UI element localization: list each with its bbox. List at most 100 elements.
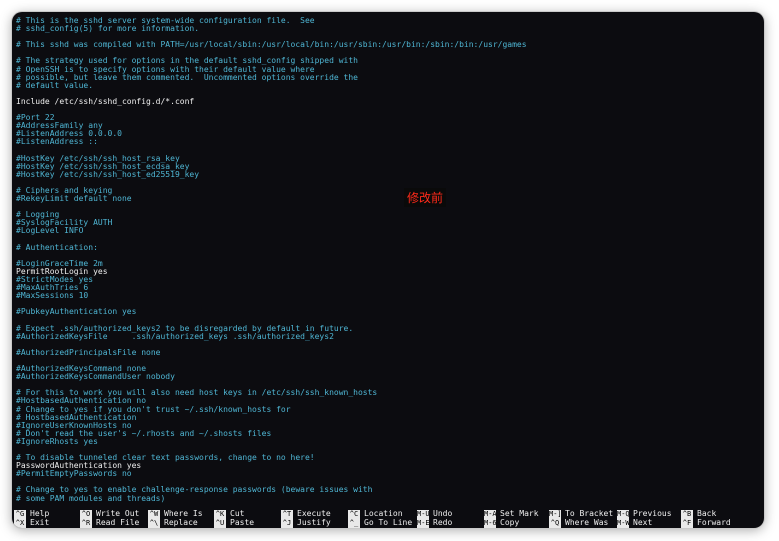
- shortcut-group: ^T Execute ^J Justify: [281, 509, 347, 528]
- shortcut-key: M-6: [484, 519, 497, 528]
- editor-line[interactable]: #IgnoreRhosts yes: [16, 437, 760, 446]
- shortcut-item[interactable]: ^R Read File: [80, 518, 146, 528]
- shortcut-key: ^\: [148, 519, 160, 528]
- editor-line[interactable]: #AuthorizedKeysFile .ssh/authorized_keys…: [16, 332, 760, 341]
- editor-line[interactable]: PermitRootLogin yes: [16, 267, 760, 276]
- shortcut-item[interactable]: ^Q Where Was: [549, 518, 615, 528]
- shortcut-group: ^O Write Out ^R Read File: [80, 509, 146, 528]
- shortcut-item[interactable]: M-U Undo: [417, 509, 483, 519]
- shortcut-key: ^J: [281, 519, 293, 528]
- shortcut-bar: ^G Help ^X Exit ^O Write Out ^R Read File ^W Wher…: [14, 509, 762, 528]
- shortcut-item[interactable]: ^U Paste: [214, 518, 280, 528]
- shortcut-label: Location: [364, 509, 403, 518]
- shortcut-item[interactable]: ^X Exit: [14, 518, 80, 528]
- shortcut-item[interactable]: M-] To Bracket: [549, 509, 615, 519]
- shortcut-key: M-W: [617, 519, 630, 528]
- shortcut-item[interactable]: ^_ Go To Line: [348, 518, 414, 528]
- editor-buffer[interactable]: # This is the sshd server system-wide co…: [16, 16, 760, 503]
- editor-line[interactable]: # some PAM modules and threads): [16, 494, 760, 503]
- editor-line[interactable]: #RekeyLimit default none: [16, 194, 760, 203]
- shortcut-label: Go To Line: [364, 518, 413, 527]
- shortcut-label: Where Was: [565, 518, 609, 527]
- shortcut-label: Copy: [500, 518, 520, 527]
- shortcut-label: Replace: [164, 518, 198, 527]
- editor-line[interactable]: #MaxAuthTries 6: [16, 283, 760, 292]
- editor-line[interactable]: #PubkeyAuthentication yes: [16, 308, 760, 316]
- shortcut-label: Read File: [96, 518, 140, 527]
- shortcut-label: Cut: [230, 509, 245, 518]
- shortcut-group: M-Q Previous M-W Next: [617, 509, 683, 528]
- annotation-label: 修改前: [404, 188, 447, 207]
- shortcut-key: ^X: [14, 519, 26, 528]
- editor-line[interactable]: Include /etc/ssh/sshd_config.d/*.conf: [16, 97, 760, 106]
- shortcut-label: Forward: [697, 518, 731, 527]
- shortcut-item[interactable]: ^B Back: [681, 509, 747, 519]
- shortcut-item[interactable]: M-E Redo: [417, 518, 483, 528]
- shortcut-item[interactable]: ^C Location: [348, 509, 414, 519]
- shortcut-label: Write Out: [96, 509, 140, 518]
- shortcut-label: Redo: [433, 518, 453, 527]
- shortcut-item[interactable]: M-W Next: [617, 518, 683, 528]
- editor-line[interactable]: #PermitEmptyPasswords no: [16, 470, 760, 478]
- editor-line[interactable]: #Port 22: [16, 114, 760, 122]
- editor-line[interactable]: #AuthorizedPrincipalsFile none: [16, 348, 760, 357]
- shortcut-key: ^_: [348, 519, 360, 528]
- shortcut-group: ^K Cut ^U Paste: [214, 509, 280, 528]
- editor-line[interactable]: [16, 203, 760, 211]
- shortcut-item[interactable]: ^T Execute: [281, 509, 347, 519]
- editor-line[interactable]: #StrictModes yes: [16, 275, 760, 284]
- editor-line[interactable]: [16, 236, 760, 244]
- editor-line[interactable]: #ListenAddress 0.0.0.0: [16, 130, 760, 138]
- editor-line[interactable]: #LogLevel INFO: [16, 227, 760, 235]
- editor-line[interactable]: #AuthorizedKeysCommandUser nobody: [16, 373, 760, 381]
- shortcut-item[interactable]: ^\ Replace: [148, 518, 214, 528]
- shortcut-group: ^C Location ^_ Go To Line: [348, 509, 414, 528]
- shortcut-label: Where Is: [164, 509, 203, 518]
- shortcut-item[interactable]: ^W Where Is: [148, 509, 214, 519]
- shortcut-group: M-U Undo M-E Redo: [417, 509, 483, 528]
- shortcut-item[interactable]: ^G Help: [14, 509, 80, 519]
- shortcut-label: Execute: [297, 509, 331, 518]
- editor-line[interactable]: #ListenAddress ::: [16, 138, 760, 146]
- shortcut-group: M-] To Bracket ^Q Where Was: [549, 509, 615, 528]
- shortcut-key: ^U: [214, 519, 226, 528]
- shortcut-label: Next: [633, 518, 653, 527]
- shortcut-label: Help: [30, 509, 50, 518]
- shortcut-label: Paste: [230, 518, 255, 527]
- editor-line[interactable]: #HostKey /etc/ssh/ssh_host_ed25519_key: [16, 170, 760, 179]
- editor-line[interactable]: [16, 179, 760, 187]
- editor-line[interactable]: [16, 106, 760, 114]
- editor-line[interactable]: #MaxSessions 10: [16, 292, 760, 300]
- shortcut-label: Set Mark: [500, 509, 539, 518]
- editor-line[interactable]: #SyslogFacility AUTH: [16, 219, 760, 227]
- shortcut-label: Justify: [297, 518, 331, 527]
- shortcut-key: ^F: [681, 519, 693, 528]
- shortcut-item[interactable]: M-6 Copy: [484, 518, 550, 528]
- editor-line[interactable]: # This sshd was compiled with PATH=/usr/…: [16, 41, 760, 49]
- shortcut-group: ^G Help ^X Exit: [14, 509, 80, 528]
- shortcut-item[interactable]: ^O Write Out: [80, 509, 146, 519]
- terminal-window: # This is the sshd server system-wide co…: [12, 12, 764, 528]
- shortcut-group: M-A Set Mark M-6 Copy: [484, 509, 550, 528]
- shortcut-label: Previous: [633, 509, 672, 518]
- shortcut-label: Back: [697, 509, 717, 518]
- shortcut-label: Undo: [433, 509, 453, 518]
- shortcut-item[interactable]: ^J Justify: [281, 518, 347, 528]
- editor-line[interactable]: # sshd_config(5) for more information.: [16, 24, 760, 33]
- editor-line[interactable]: #LoginGraceTime 2m: [16, 259, 760, 268]
- shortcut-item[interactable]: ^F Forward: [681, 518, 747, 528]
- shortcut-group: ^B Back ^F Forward: [681, 509, 747, 528]
- editor-line[interactable]: # Logging: [16, 211, 760, 219]
- shortcut-item[interactable]: M-A Set Mark: [484, 509, 550, 519]
- shortcut-key: ^R: [80, 519, 92, 528]
- editor-line[interactable]: #AddressFamily any: [16, 122, 760, 130]
- editor-line[interactable]: # Don't read the user's ~/.rhosts and ~/…: [16, 429, 760, 438]
- shortcut-label: To Bracket: [565, 509, 614, 518]
- shortcut-item[interactable]: M-Q Previous: [617, 509, 683, 519]
- editor-line[interactable]: [16, 252, 760, 260]
- editor-line[interactable]: # Authentication:: [16, 243, 760, 252]
- editor-line[interactable]: # possible, but leave them commented. Un…: [16, 73, 760, 82]
- shortcut-label: Exit: [30, 518, 50, 527]
- shortcut-item[interactable]: ^K Cut: [214, 509, 280, 519]
- editor-line[interactable]: # default value.: [16, 81, 760, 90]
